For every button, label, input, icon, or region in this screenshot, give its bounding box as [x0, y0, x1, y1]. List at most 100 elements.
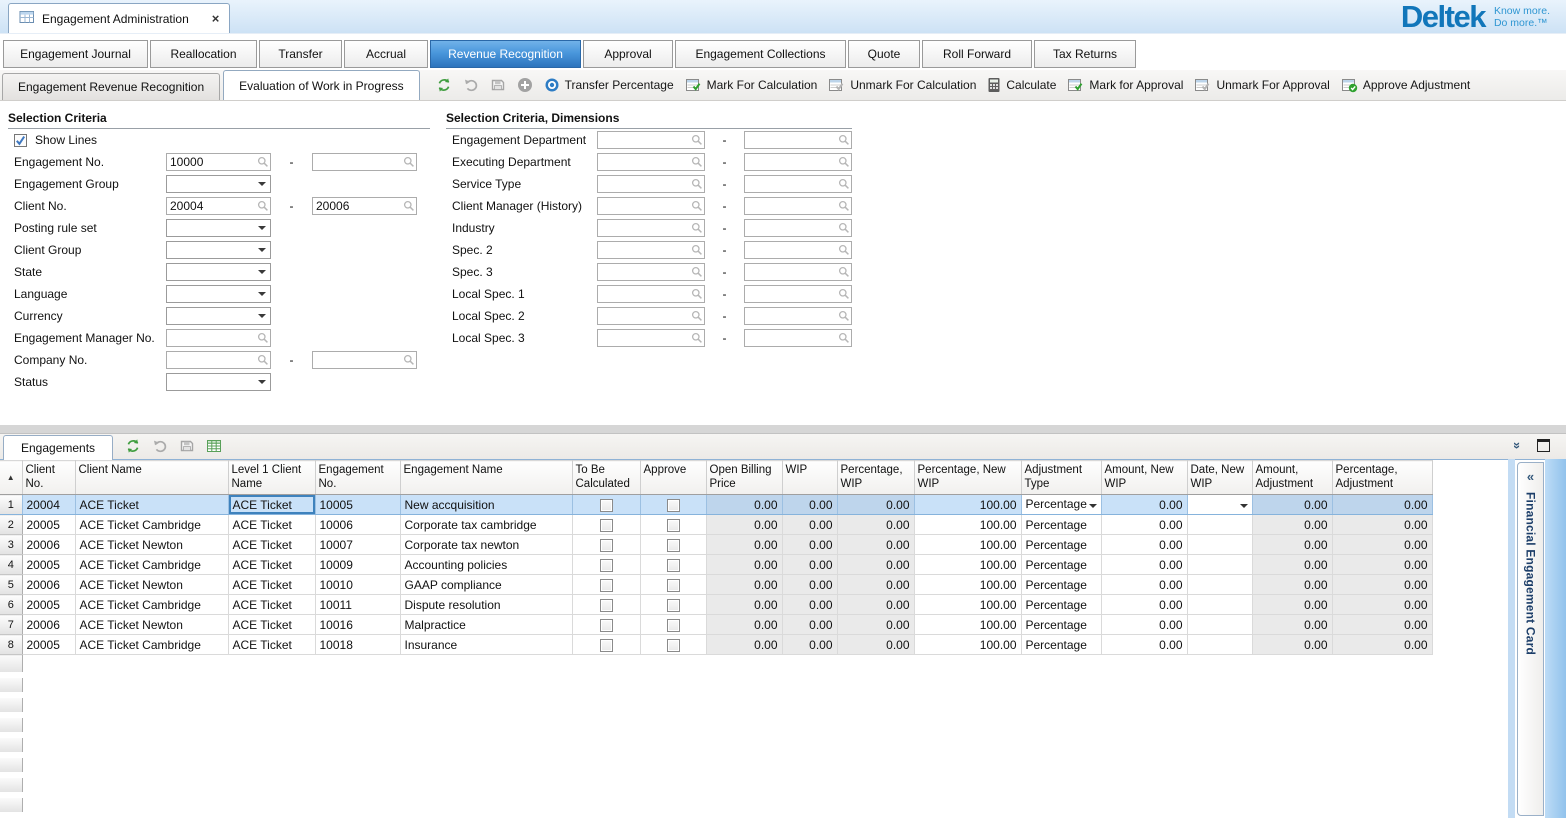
row-number[interactable]: 8 — [0, 635, 22, 655]
cell-wip[interactable]: 0.00 — [782, 635, 837, 655]
cell-date-new-wip[interactable] — [1187, 595, 1252, 615]
cell-engagement-name[interactable]: New accquisition — [400, 495, 572, 515]
search-input[interactable] — [597, 219, 705, 237]
cell-percentage-wip[interactable]: 0.00 — [837, 615, 914, 635]
cell-wip[interactable]: 0.00 — [782, 555, 837, 575]
chevron-down-icon[interactable] — [1089, 504, 1097, 512]
maximize-icon[interactable] — [1537, 439, 1550, 452]
cell-approve[interactable] — [640, 575, 706, 595]
show-lines-checkbox[interactable] — [14, 134, 27, 147]
cell-engagement-no[interactable]: 10006 — [315, 515, 400, 535]
cell-percentage-adjustment[interactable]: 0.00 — [1332, 515, 1432, 535]
search-input[interactable] — [744, 329, 852, 347]
checkbox[interactable] — [600, 599, 613, 612]
undo-button[interactable] — [152, 438, 168, 454]
close-icon[interactable]: × — [212, 12, 220, 25]
cell-engagement-no[interactable]: 10009 — [315, 555, 400, 575]
cell-amount-new-wip[interactable]: 0.00 — [1101, 595, 1187, 615]
cell-approve[interactable] — [640, 515, 706, 535]
cell-engagement-no[interactable]: 10016 — [315, 615, 400, 635]
cell-engagement-no[interactable]: 10005 — [315, 495, 400, 515]
cell-engagement-no[interactable]: 10010 — [315, 575, 400, 595]
cell-amount-adjustment[interactable]: 0.00 — [1252, 555, 1332, 575]
cell-percentage-adjustment[interactable]: 0.00 — [1332, 635, 1432, 655]
checkbox[interactable] — [600, 559, 613, 572]
checkbox[interactable] — [600, 639, 613, 652]
cell-amount-new-wip[interactable]: 0.00 — [1101, 615, 1187, 635]
row-number-empty[interactable] — [0, 755, 22, 775]
checkbox[interactable] — [600, 579, 613, 592]
checkbox[interactable] — [600, 619, 613, 632]
search-input[interactable] — [597, 131, 705, 149]
checkbox[interactable] — [667, 519, 680, 532]
toolbar-button-approve-adjustment[interactable]: Approve Adjustment — [1341, 77, 1470, 93]
search-input[interactable] — [744, 175, 852, 193]
column-header-open-billing-price[interactable]: Open Billing Price — [706, 461, 782, 495]
row-number[interactable]: 1 — [0, 495, 22, 515]
dropdown[interactable] — [166, 285, 271, 303]
search-input[interactable] — [744, 263, 852, 281]
cell-wip[interactable]: 0.00 — [782, 495, 837, 515]
checkbox[interactable] — [667, 559, 680, 572]
cell-open-billing-price[interactable]: 0.00 — [706, 515, 782, 535]
search-input[interactable] — [744, 241, 852, 259]
undo-button[interactable] — [463, 77, 479, 93]
cell-engagement-name[interactable]: Corporate tax newton — [400, 535, 572, 555]
cell-client-no[interactable]: 20005 — [22, 595, 75, 615]
cell-amount-new-wip[interactable]: 0.00 — [1101, 535, 1187, 555]
toolbar-button-unmark-for-approval[interactable]: Unmark For Approval — [1194, 77, 1329, 93]
cell-amount-new-wip[interactable]: 0.00 — [1101, 575, 1187, 595]
cell-client-no[interactable]: 20005 — [22, 515, 75, 535]
dropdown[interactable] — [166, 241, 271, 259]
cell-approve[interactable] — [640, 495, 706, 515]
cell-client-no[interactable]: 20006 — [22, 615, 75, 635]
dropdown[interactable] — [166, 219, 271, 237]
column-header-amount-new-wip[interactable]: Amount, New WIP — [1101, 461, 1187, 495]
row-number[interactable]: 6 — [0, 595, 22, 615]
main-tab-reallocation[interactable]: Reallocation — [150, 40, 257, 68]
cell-level1-client-name[interactable]: ACE Ticket — [228, 535, 315, 555]
cell-amount-adjustment[interactable]: 0.00 — [1252, 595, 1332, 615]
cell-date-new-wip[interactable] — [1187, 495, 1252, 515]
refresh-button[interactable] — [125, 438, 141, 454]
cell-percentage-adjustment[interactable]: 0.00 — [1332, 535, 1432, 555]
cell-percentage-adjustment[interactable]: 0.00 — [1332, 575, 1432, 595]
cell-adjustment-type[interactable]: Percentage — [1021, 595, 1101, 615]
cell-percentage-new-wip[interactable]: 100.00 — [914, 615, 1021, 635]
search-input[interactable] — [744, 153, 852, 171]
cell-open-billing-price[interactable]: 0.00 — [706, 575, 782, 595]
cell-engagement-no[interactable]: 10011 — [315, 595, 400, 615]
column-header-engagement-name[interactable]: Engagement Name — [400, 461, 572, 495]
collapse-panel-icon[interactable]: » — [1510, 442, 1525, 449]
main-tab-tax-returns[interactable]: Tax Returns — [1034, 40, 1136, 68]
cell-amount-new-wip[interactable]: 0.00 — [1101, 555, 1187, 575]
row-number-empty[interactable] — [0, 675, 22, 695]
cell-level1-client-name[interactable]: ACE Ticket — [228, 595, 315, 615]
cell-to-be-calculated[interactable] — [572, 615, 640, 635]
refresh-button[interactable] — [436, 77, 452, 93]
cell-wip[interactable]: 0.00 — [782, 515, 837, 535]
cell-amount-new-wip[interactable]: 0.00 — [1101, 515, 1187, 535]
cell-client-no[interactable]: 20005 — [22, 635, 75, 655]
column-header-client-name[interactable]: Client Name — [75, 461, 228, 495]
dropdown[interactable] — [166, 307, 271, 325]
cell-date-new-wip[interactable] — [1187, 615, 1252, 635]
cell-percentage-wip[interactable]: 0.00 — [837, 515, 914, 535]
cell-client-name[interactable]: ACE Ticket Cambridge — [75, 595, 228, 615]
cell-wip[interactable]: 0.00 — [782, 615, 837, 635]
cell-percentage-wip[interactable]: 0.00 — [837, 575, 914, 595]
cell-adjustment-type[interactable]: Percentage — [1021, 515, 1101, 535]
checkbox[interactable] — [667, 599, 680, 612]
tab-evaluation-of-work-in-progress[interactable]: Evaluation of Work in Progress — [223, 70, 420, 100]
search-input[interactable] — [597, 197, 705, 215]
cell-amount-adjustment[interactable]: 0.00 — [1252, 495, 1332, 515]
search-input[interactable] — [744, 307, 852, 325]
row-number-empty[interactable] — [0, 715, 22, 735]
cell-amount-adjustment[interactable]: 0.00 — [1252, 515, 1332, 535]
column-header-wip[interactable]: WIP — [782, 461, 837, 495]
cell-engagement-name[interactable]: GAAP compliance — [400, 575, 572, 595]
cell-open-billing-price[interactable]: 0.00 — [706, 595, 782, 615]
checkbox[interactable] — [600, 499, 613, 512]
cell-engagement-no[interactable]: 10018 — [315, 635, 400, 655]
expand-panel-icon[interactable]: « — [1527, 469, 1534, 484]
